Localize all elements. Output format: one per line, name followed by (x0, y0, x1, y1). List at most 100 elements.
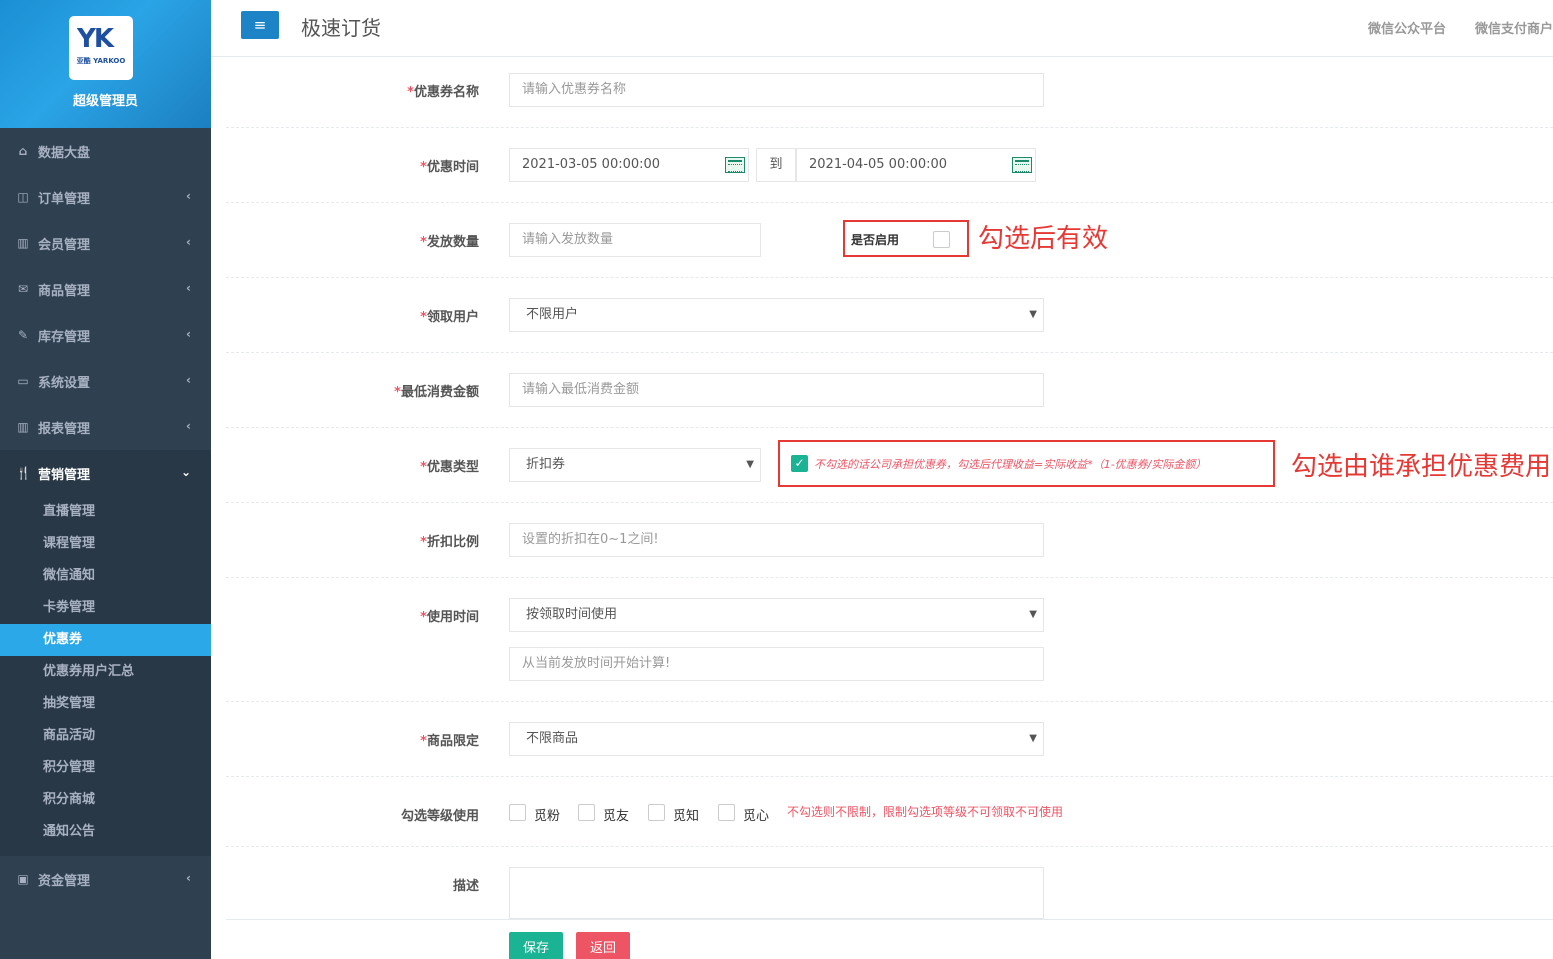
bearer-annotation: 勾选由谁承担优惠费用 (1291, 452, 1552, 482)
sidebar-subitem-coupons[interactable]: 优惠券 (0, 624, 211, 656)
cutlery-icon: 🍴 (16, 466, 31, 480)
wechat-platform-link[interactable]: 微信公众平台 (1368, 18, 1446, 37)
wechat-pay-link[interactable]: 微信支付商户 (1475, 18, 1553, 37)
level-label: 觅友 (603, 809, 630, 824)
enable-label: 是否启用 (851, 233, 900, 247)
calendar-icon[interactable] (725, 157, 745, 173)
chevron-left-icon: ‹ (186, 235, 191, 249)
sidebar-item-marketing[interactable]: 🍴 营销管理 ⌄ (0, 450, 211, 496)
field-label: *优惠券名称 (407, 85, 479, 100)
levels-hint: 不勾选则不限制，限制勾选项等级不可领取不可使用 (787, 805, 1064, 819)
field-label: 描述 (452, 879, 479, 894)
form-row-goods: *商品限定 不限商品 ▼ (226, 702, 1553, 777)
menu-toggle-button[interactable]: ≡ (241, 11, 279, 39)
sidebar-item-label: 订单管理 (38, 191, 91, 207)
coupon-name-input[interactable]: 请输入优惠券名称 (509, 73, 1044, 107)
sidebar-subitem-wechat-notice[interactable]: 微信通知 (0, 560, 211, 592)
sidebar-item-products[interactable]: ✉ 商品管理 ‹ (0, 266, 211, 312)
field-label: *领取用户 (420, 310, 479, 325)
sidebar-subitem-cards[interactable]: 卡劵管理 (0, 592, 211, 624)
level-checkbox[interactable] (718, 804, 735, 821)
level-checkbox[interactable] (648, 804, 665, 821)
user-name[interactable]: 超级管理员 (0, 90, 211, 109)
brand-logo: YK 亚酷 YARKOO (69, 16, 133, 80)
form-row-coupon-type: *优惠类型 折扣券 ▼ ✓ 不勾选的话公司承担优惠券，勾选后代理收益=实际收益*（… (226, 428, 1553, 503)
form-row-use-time: *使用时间 按领取时间使用 ▼ 从当前发放时间开始计算! (226, 578, 1553, 702)
quantity-input[interactable]: 请输入发放数量 (509, 223, 761, 257)
chevron-left-icon: ‹ (186, 373, 191, 387)
topbar: ≡ 极速订货 微信公众平台 微信支付商户 (211, 0, 1553, 57)
level-label: 觅知 (673, 809, 700, 824)
sidebar-item-label: 库存管理 (38, 329, 91, 345)
sidebar-item-settings[interactable]: ▭ 系统设置 ‹ (0, 358, 211, 404)
sidebar-item-label: 会员管理 (38, 237, 91, 253)
sidebar-subitem-points-mall[interactable]: 积分商城 (0, 784, 211, 816)
chevron-left-icon: ‹ (186, 327, 191, 341)
sidebar-item-inventory[interactable]: ✎ 库存管理 ‹ (0, 312, 211, 358)
min-spend-input[interactable]: 请输入最低消费金额 (509, 373, 1044, 407)
sidebar-item-label: 系统设置 (38, 375, 91, 391)
form-row-quantity: *发放数量 请输入发放数量 是否启用 勾选后有效 (226, 203, 1553, 278)
description-textarea[interactable] (509, 867, 1044, 919)
field-label: *发放数量 (420, 235, 479, 250)
columns-icon: ◫ (17, 190, 29, 204)
sidebar-subitem-live[interactable]: 直播管理 (0, 496, 211, 528)
page-title: 极速订货 (301, 16, 381, 40)
sidebar-subitem-lottery[interactable]: 抽奖管理 (0, 688, 211, 720)
sidebar-item-label: 资金管理 (38, 873, 91, 889)
form-row-discount: *折扣比例 设置的折扣在0~1之间! (226, 503, 1553, 578)
bearer-checkbox[interactable]: ✓ (791, 455, 808, 472)
field-label: *优惠时间 (420, 160, 479, 175)
form-row-min-spend: *最低消费金额 请输入最低消费金额 (226, 353, 1553, 428)
check-icon: ✓ (794, 456, 805, 470)
field-label: *最低消费金额 (394, 385, 479, 400)
chevron-left-icon: ‹ (186, 189, 191, 203)
logo-text: 亚酷 YARKOO (76, 57, 126, 65)
chevron-left-icon: ‹ (186, 419, 191, 433)
level-label: 觅粉 (534, 809, 561, 824)
caret-down-icon: ▼ (746, 459, 754, 470)
start-date-input[interactable]: 2021-03-05 00:00:00 (509, 148, 749, 182)
save-button[interactable]: 保存 (509, 932, 564, 959)
sidebar: YK 亚酷 YARKOO 超级管理员 ⌂ 数据大盘 ◫ 订单管理 ‹ ▥ 会员管… (0, 0, 211, 959)
date-range-separator: 到 (756, 148, 796, 182)
form-row-receiver: *领取用户 不限用户 ▼ (226, 278, 1553, 353)
chevron-down-icon: ⌄ (180, 465, 191, 479)
goods-select[interactable]: 不限商品 ▼ (509, 722, 1044, 756)
level-checkbox[interactable] (509, 804, 526, 821)
sidebar-item-members[interactable]: ▥ 会员管理 ‹ (0, 220, 211, 266)
menu-icon: ≡ (253, 16, 267, 34)
sidebar-item-finance[interactable]: ▣ 资金管理 ‹ (0, 856, 211, 902)
use-time-select[interactable]: 按领取时间使用 ▼ (509, 598, 1044, 632)
sidebar-subitem-product-activity[interactable]: 商品活动 (0, 720, 211, 752)
sidebar-item-orders[interactable]: ◫ 订单管理 ‹ (0, 174, 211, 220)
money-icon: ▣ (17, 872, 29, 886)
form-row-description: 描述 (226, 847, 1553, 920)
sidebar-subitem-coupon-users[interactable]: 优惠券用户汇总 (0, 656, 211, 688)
discount-input[interactable]: 设置的折扣在0~1之间! (509, 523, 1044, 557)
bar-chart-icon: ▥ (17, 420, 29, 434)
edit-icon: ✎ (17, 328, 29, 342)
field-label: *商品限定 (420, 734, 479, 749)
level-checkbox[interactable] (578, 804, 595, 821)
caret-down-icon: ▼ (1029, 609, 1037, 620)
field-label: *折扣比例 (420, 535, 479, 550)
end-date-input[interactable]: 2021-04-05 00:00:00 (796, 148, 1036, 182)
form-row-levels: 勾选等级使用 觅粉 觅友 觅知 觅心 不勾选则不限制，限制勾选项等级不可领取不可… (226, 777, 1553, 847)
sidebar-subitem-points[interactable]: 积分管理 (0, 752, 211, 784)
caret-down-icon: ▼ (1029, 733, 1037, 744)
sidebar-item-reports[interactable]: ▥ 报表管理 ‹ (0, 404, 211, 450)
coupon-type-select[interactable]: 折扣券 ▼ (509, 448, 761, 482)
home-icon: ⌂ (18, 144, 28, 158)
enable-checkbox[interactable] (933, 231, 950, 248)
sidebar-nav: ⌂ 数据大盘 ◫ 订单管理 ‹ ▥ 会员管理 ‹ ✉ 商品管理 ‹ ✎ 库存管理… (0, 128, 211, 496)
receiver-select[interactable]: 不限用户 ▼ (509, 298, 1044, 332)
sidebar-item-label: 数据大盘 (38, 145, 91, 161)
calendar-icon[interactable] (1012, 157, 1032, 173)
back-button[interactable]: 返回 (576, 932, 631, 959)
sidebar-item-dashboard[interactable]: ⌂ 数据大盘 (0, 128, 211, 174)
sidebar-subitem-courses[interactable]: 课程管理 (0, 528, 211, 560)
sidebar-subitem-announcements[interactable]: 通知公告 (0, 816, 211, 848)
use-time-input[interactable]: 从当前发放时间开始计算! (509, 647, 1044, 681)
marketing-submenu: 直播管理 课程管理 微信通知 卡劵管理 优惠券 优惠券用户汇总 抽奖管理 商品活… (0, 496, 211, 856)
